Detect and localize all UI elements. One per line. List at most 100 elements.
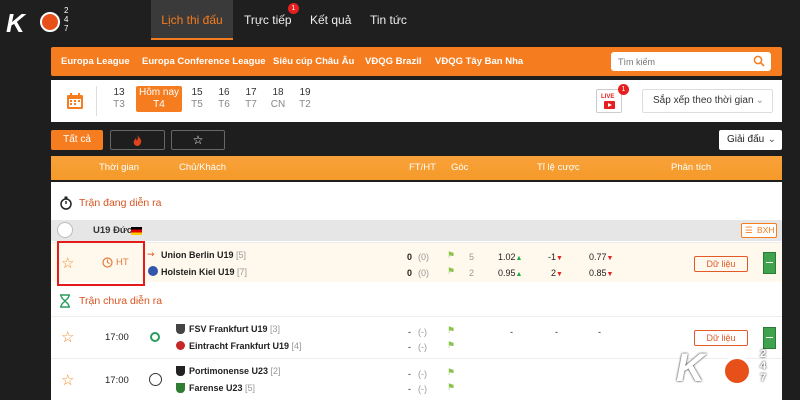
day-dow: T6: [218, 99, 230, 110]
ht-placeholder: (-): [418, 342, 427, 352]
arrow-down-icon: ▼: [556, 271, 563, 278]
ht-placeholder: (-): [418, 369, 427, 379]
day-item[interactable]: 16 T6: [209, 87, 239, 111]
score-placeholder: -: [408, 384, 411, 394]
league-link[interactable]: VĐQG Tây Ban Nha: [435, 47, 523, 76]
filter-hot-button[interactable]: [110, 130, 165, 150]
league-logo-icon: [149, 373, 162, 386]
team-logo-icon: [176, 383, 185, 393]
team-logo-icon: ⇝: [147, 249, 155, 259]
league-link[interactable]: VĐQG Brazil: [365, 47, 422, 76]
favorite-star-icon[interactable]: ☆: [61, 328, 74, 346]
day-dow: CN: [270, 99, 286, 110]
team-rank: [5]: [236, 250, 247, 260]
col-ft-ht: FT/HT: [409, 162, 436, 173]
live-badge: 1: [618, 84, 629, 95]
odds-value: 1.02: [498, 252, 516, 262]
day-item[interactable]: 17 T7: [236, 87, 266, 111]
odds-home-1[interactable]: 1.02▲: [498, 252, 522, 262]
score-placeholder: -: [408, 369, 411, 379]
table-row[interactable]: ☆ 17:00 Portimonense U23 [2] Farense U23…: [51, 358, 782, 400]
list-icon: ☰: [745, 225, 753, 235]
date-bar: 13 T3 Hôm nay T4 15 T5 16 T6 17 T7 18 CN 19 T2 …: [51, 80, 782, 122]
day-num: 16: [218, 87, 230, 98]
league-header: U19 Đức ☰ BXH: [51, 220, 782, 241]
score-placeholder: -: [408, 327, 411, 337]
watermark-logo: K 247: [676, 346, 796, 396]
nav-truc-tiep[interactable]: Trực tiếp 1: [244, 0, 299, 40]
match-time: 17:00: [105, 332, 129, 343]
table-row[interactable]: ☆ 17:00 FSV Frankfurt U19 [3] Eintracht …: [51, 316, 782, 358]
day-item[interactable]: 13 T3: [104, 87, 134, 111]
nav-lich-thi-dau[interactable]: Lịch thi đấu: [151, 0, 233, 40]
home-ft: 0: [407, 252, 413, 262]
search-input[interactable]: [611, 52, 741, 71]
corner-icon: ⚑: [447, 382, 456, 392]
arrow-down-icon: ▼: [556, 255, 563, 262]
star-icon: ☆: [192, 133, 204, 147]
nav-label: Trực tiếp: [244, 13, 292, 27]
sort-label: Sắp xếp theo thời gian: [653, 95, 754, 106]
pitch-icon[interactable]: [763, 252, 776, 274]
day-item[interactable]: 15 T5: [182, 87, 212, 111]
odds-away-2[interactable]: 2▼: [551, 268, 563, 278]
away-corner: 2: [469, 268, 475, 278]
site-logo[interactable]: K 247: [6, 6, 78, 38]
favorite-star-icon[interactable]: ☆: [61, 371, 74, 389]
odds-value: 0.85: [589, 268, 607, 278]
score-placeholder: -: [408, 342, 411, 352]
sort-select[interactable]: Sắp xếp theo thời gian ⌄: [642, 89, 773, 113]
day-dow: T3: [113, 99, 125, 110]
live-button[interactable]: LIVE 1: [596, 84, 629, 113]
day-item[interactable]: 18 CN: [263, 87, 293, 111]
search-icon[interactable]: [753, 55, 765, 67]
home-team: FSV Frankfurt U19 [3]: [189, 324, 280, 334]
divider: [96, 86, 97, 116]
match-list: Trận đang diễn ra U19 Đức ☰ BXH ☆ HT ⇝ Un…: [51, 182, 782, 400]
day-dow: T2: [299, 99, 311, 110]
col-odds: Tỉ lệ cược: [537, 162, 580, 173]
standings-button[interactable]: ☰ BXH: [741, 223, 777, 238]
corner-icon: ⚑: [447, 340, 456, 350]
team-logo-icon: [148, 266, 158, 276]
odds-home-2[interactable]: -1▼: [548, 252, 563, 262]
day-item-today[interactable]: Hôm nay T4: [136, 86, 182, 112]
calendar-icon[interactable]: [66, 92, 84, 110]
odds-away-3[interactable]: 0.85▼: [589, 268, 613, 278]
away-team: Holstein Kiel U19 [7]: [161, 267, 247, 277]
team-rank: [7]: [237, 267, 248, 277]
nav-label: Lịch thi đấu: [161, 13, 223, 27]
league-link[interactable]: Siêu cúp Châu Âu: [273, 47, 354, 76]
nav-label: Kết quả: [310, 13, 352, 27]
data-button[interactable]: Dữ liệu: [694, 256, 748, 272]
team-rank: [5]: [245, 383, 256, 393]
league-link[interactable]: Europa League: [61, 47, 130, 76]
filter-favorite-button[interactable]: ☆: [171, 130, 225, 150]
data-button[interactable]: Dữ liệu: [694, 330, 748, 346]
odds-away-1[interactable]: 0.95▲: [498, 268, 522, 278]
table-row[interactable]: ☆ HT ⇝ Union Berlin U19 [5] Holstein Kie…: [51, 242, 782, 282]
corner-icon: ⚑: [447, 266, 456, 276]
video-icon: [604, 101, 615, 109]
team-name: Farense U23: [189, 383, 243, 393]
nav-ket-qua[interactable]: Kết quả: [310, 0, 351, 40]
team-logo-icon: [176, 341, 185, 350]
league-filter-select[interactable]: Giải đấu ⌄: [719, 130, 782, 150]
day-num: 18: [272, 87, 284, 98]
nav-tin-tuc[interactable]: Tin tức: [370, 0, 407, 40]
filter-all-button[interactable]: Tất cả: [51, 130, 103, 150]
team-rank: [2]: [270, 366, 281, 376]
arrow-up-icon: ▲: [515, 271, 523, 278]
day-item[interactable]: 19 T2: [290, 87, 320, 111]
league-link[interactable]: Europa Conference League: [142, 47, 266, 76]
fire-icon: [133, 135, 142, 146]
odds-home-3[interactable]: 0.77▼: [589, 252, 613, 262]
ht-placeholder: (-): [418, 384, 427, 394]
logo-letter: K: [6, 8, 25, 38]
highlight-box: [57, 241, 145, 286]
watermark-letter: K: [676, 346, 705, 390]
away-team: Eintracht Frankfurt U19 [4]: [189, 341, 302, 351]
top-nav: K 247 Lịch thi đấu Trực tiếp 1 Kết quả T…: [0, 0, 800, 40]
team-logo-icon: [176, 366, 185, 376]
corner-icon: ⚑: [447, 325, 456, 335]
